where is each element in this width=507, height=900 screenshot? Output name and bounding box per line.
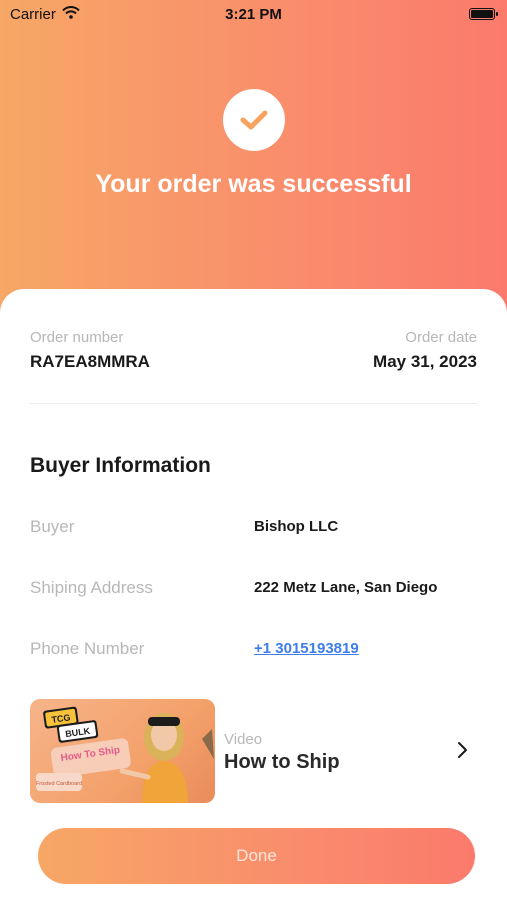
success-check-icon (223, 89, 285, 151)
buyer-row: Buyer Bishop LLC (30, 515, 477, 539)
address-label: Shiping Address (30, 578, 153, 597)
video-thumbnail[interactable]: TCG BULK How To Ship Frosted Cardboard (30, 699, 215, 803)
phone-row: Phone Number +1 3015193819 (30, 637, 477, 661)
status-time: 3:21 PM (225, 6, 282, 23)
chevron-right-icon[interactable] (455, 739, 471, 761)
done-button[interactable]: Done (38, 828, 475, 884)
buyer-label: Buyer (30, 517, 75, 536)
order-date-label: Order date (405, 329, 477, 346)
address-value: 222 Metz Lane, San Diego (254, 579, 438, 596)
video-label: Video (224, 731, 263, 748)
status-bar: Carrier 3:21 PM (0, 0, 507, 30)
phone-link[interactable]: +1 3015193819 (254, 640, 359, 657)
address-row: Shiping Address 222 Metz Lane, San Diego (30, 576, 477, 600)
order-date-value: May 31, 2023 (373, 352, 477, 371)
success-header: Carrier 3:21 PM Your order was successfu… (0, 0, 507, 320)
video-title: How to Ship (224, 751, 340, 773)
battery-icon (469, 8, 498, 20)
buyer-info-title: Buyer Information (30, 454, 211, 477)
success-title: Your order was successful (95, 170, 412, 198)
order-number-label: Order number (30, 329, 124, 346)
phone-label: Phone Number (30, 639, 145, 658)
thumb-brand: Frosted Cardboard (36, 781, 82, 787)
order-number-value: RA7EA8MMRA (30, 352, 150, 371)
order-details-card: Order number RA7EA8MMRA Order date May 3… (0, 289, 507, 900)
divider (30, 403, 477, 404)
video-item[interactable]: TCG BULK How To Ship Frosted Cardboard V… (30, 699, 477, 803)
buyer-value: Bishop LLC (254, 518, 339, 535)
